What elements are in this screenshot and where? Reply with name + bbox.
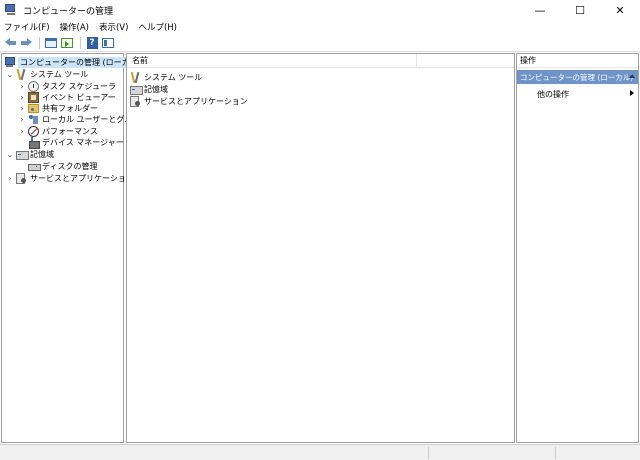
- status-bar: [0, 444, 640, 460]
- list-item-label: 記憶域: [144, 84, 168, 94]
- menu-bar: ファイル(F) 操作(A) 表示(V) ヘルプ(H): [0, 20, 640, 34]
- menu-help[interactable]: ヘルプ(H): [138, 21, 177, 33]
- tree-root-label: コンピューターの管理 (ローカル): [18, 56, 143, 68]
- window-controls: — ☐ ✕: [520, 0, 640, 20]
- status-separator: [555, 447, 556, 459]
- export-list-button[interactable]: [60, 36, 74, 50]
- show-hide-tree-button[interactable]: [44, 36, 58, 50]
- system-tools-icon: [16, 69, 27, 80]
- tree-item-label: システム ツール: [30, 69, 89, 79]
- more-actions-item[interactable]: 他の操作: [517, 88, 638, 100]
- expand-chevron-icon[interactable]: ›: [18, 93, 26, 102]
- menu-action[interactable]: 操作(A): [60, 21, 89, 33]
- tree-item-label: デバイス マネージャー: [42, 137, 124, 147]
- more-actions-label: 他の操作: [537, 89, 569, 99]
- forward-button[interactable]: [19, 36, 33, 50]
- services-icon: [130, 95, 141, 107]
- collapse-chevron-icon[interactable]: ⌄: [6, 70, 14, 79]
- tree-item-label: タスク スケジューラ: [42, 81, 116, 91]
- collapse-triangle-icon[interactable]: [629, 74, 635, 78]
- column-header-name[interactable]: 名前: [127, 53, 417, 68]
- list-header: 名前: [127, 53, 514, 68]
- menu-file[interactable]: ファイル(F): [4, 21, 50, 33]
- actions-header: 操作: [517, 54, 638, 68]
- expand-chevron-icon[interactable]: ›: [6, 174, 14, 183]
- list-item[interactable]: 記憶域: [130, 83, 168, 95]
- tree-item-label: 記憶域: [30, 149, 54, 159]
- services-icon: [16, 172, 27, 184]
- menu-view[interactable]: 表示(V): [99, 21, 128, 33]
- tree-item-label: サービスとアプリケーション: [30, 173, 134, 183]
- event-viewer-icon: [28, 91, 39, 103]
- expand-chevron-icon[interactable]: ›: [18, 104, 26, 113]
- clock-icon: [28, 80, 39, 92]
- actions-section-computer-management[interactable]: コンピューターの管理 (ローカル): [517, 70, 638, 84]
- show-hide-tree-icon: [45, 37, 57, 48]
- storage-icon: [16, 149, 29, 160]
- tree-item-storage[interactable]: ⌄ 記憶域: [6, 148, 54, 160]
- minimize-button[interactable]: —: [520, 0, 560, 20]
- expand-chevron-icon[interactable]: ›: [18, 82, 26, 91]
- expand-chevron-icon[interactable]: ›: [18, 115, 26, 124]
- system-tools-icon: [130, 72, 141, 83]
- toolbar-separator: [80, 36, 81, 49]
- tree-item-label: 共有フォルダー: [42, 103, 98, 113]
- tree-item-services-apps[interactable]: › サービスとアプリケーション: [6, 172, 134, 184]
- shared-folder-icon: [28, 104, 39, 113]
- list-item-label: サービスとアプリケーション: [144, 96, 248, 106]
- tree-item-label: ディスクの管理: [42, 161, 98, 171]
- computer-management-icon: [5, 4, 17, 16]
- performance-icon: [28, 125, 39, 137]
- device-manager-icon: [28, 136, 40, 149]
- back-arrow-icon: [4, 38, 16, 47]
- computer-management-icon: [4, 56, 15, 68]
- tree-root-computer-management[interactable]: コンピューターの管理 (ローカル): [4, 56, 143, 68]
- storage-icon: [130, 84, 143, 95]
- actions-pane: 操作 コンピューターの管理 (ローカル) 他の操作: [516, 53, 639, 443]
- console-tree-pane: コンピューターの管理 (ローカル) ⌄ システム ツール › タスク スケジュー…: [1, 53, 148, 443]
- properties-button[interactable]: [101, 36, 115, 50]
- maximize-button[interactable]: ☐: [560, 0, 600, 20]
- toolbar: ?: [0, 34, 640, 52]
- export-list-icon: [61, 37, 73, 48]
- disk-icon: [28, 161, 41, 172]
- toolbar-separator: [39, 36, 40, 49]
- tree-item-label: パフォーマンス: [42, 126, 98, 136]
- tree-item-label: イベント ビューアー: [42, 92, 116, 102]
- actions-section-label: コンピューターの管理 (ローカル): [520, 72, 634, 82]
- collapse-chevron-icon[interactable]: ⌄: [6, 150, 14, 159]
- title-bar: コンピューターの管理 — ☐ ✕: [0, 0, 640, 20]
- list-item-label: システム ツール: [144, 72, 203, 82]
- expand-chevron-icon[interactable]: ›: [18, 127, 26, 136]
- back-button[interactable]: [3, 36, 17, 50]
- list-item[interactable]: システム ツール: [130, 71, 202, 83]
- tree-item-system-tools[interactable]: ⌄ システム ツール: [6, 68, 89, 80]
- result-list-pane: 名前 システム ツール 記憶域 サービスとアプリケーション: [126, 53, 515, 443]
- list-item[interactable]: サービスとアプリケーション: [130, 95, 248, 107]
- users-icon: [28, 114, 39, 125]
- help-icon: ?: [86, 36, 98, 49]
- window-title: コンピューターの管理: [23, 6, 114, 17]
- status-separator: [428, 447, 429, 459]
- forward-arrow-icon: [20, 38, 32, 47]
- properties-icon: [102, 37, 114, 48]
- submenu-arrow-icon: [630, 90, 634, 96]
- help-button[interactable]: ?: [85, 36, 99, 50]
- close-button[interactable]: ✕: [600, 0, 640, 20]
- tree-item-disk-management[interactable]: ディスクの管理: [28, 160, 97, 172]
- tree-item-device-manager[interactable]: デバイス マネージャー: [28, 136, 124, 149]
